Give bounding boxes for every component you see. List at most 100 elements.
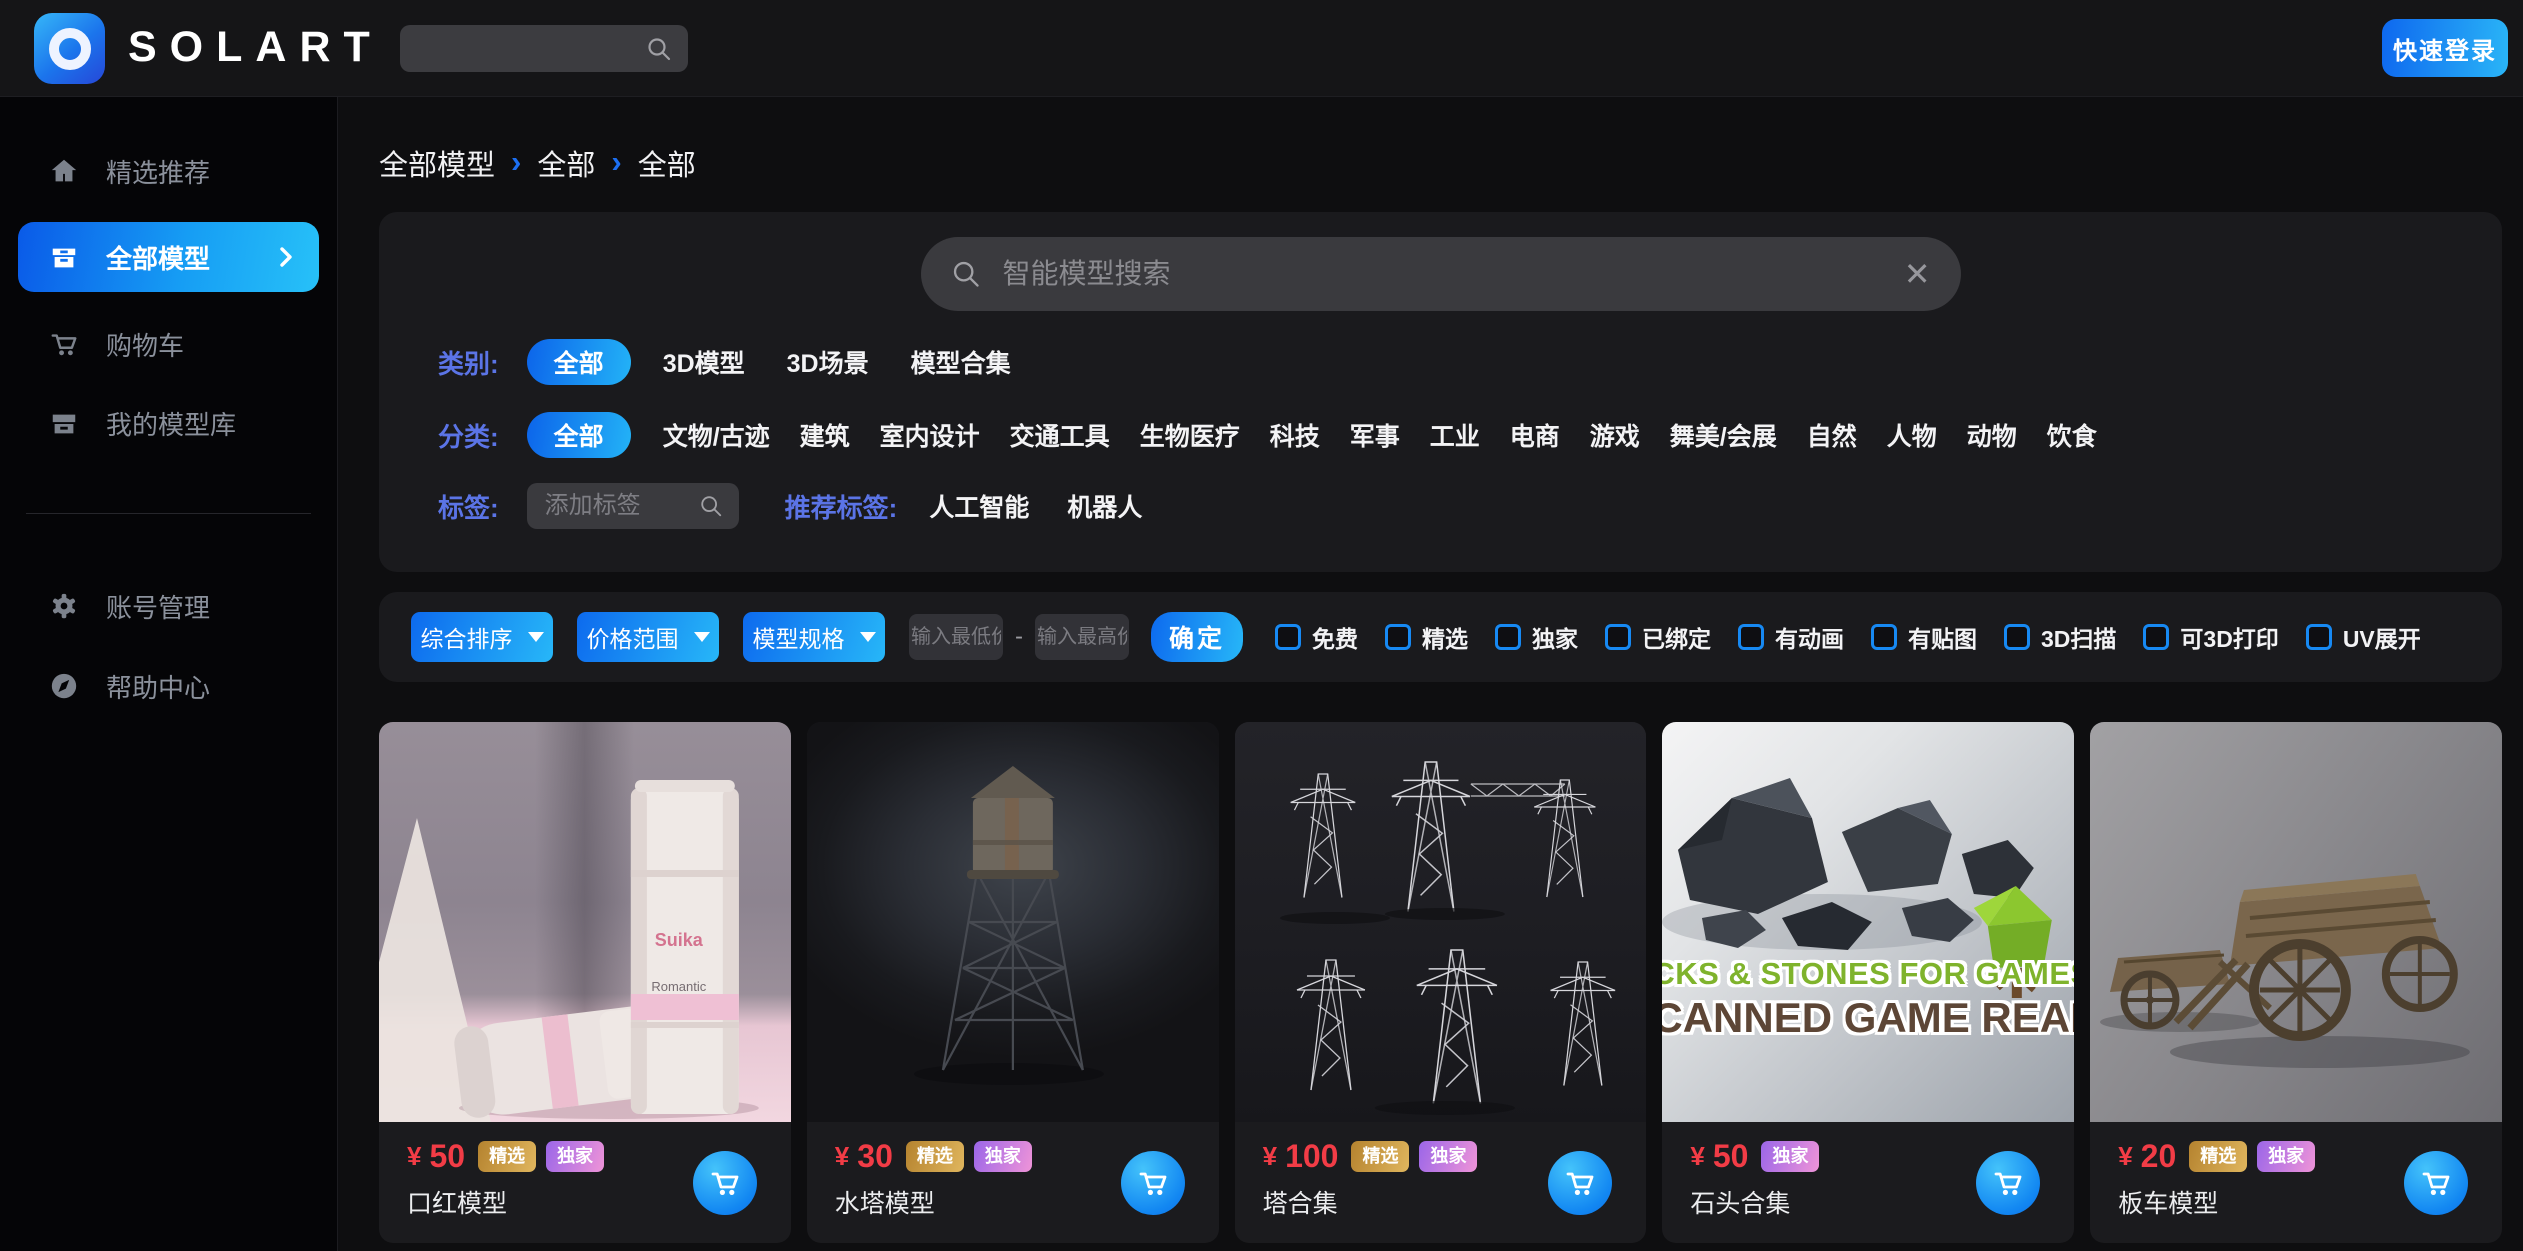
badge-group: 精选独家: [2189, 1141, 2315, 1172]
close-icon[interactable]: ✕: [1904, 258, 1931, 290]
checkbox-label: 3D扫描: [2041, 620, 2116, 654]
filter-checkbox[interactable]: UV展开: [2306, 620, 2421, 654]
category-option[interactable]: 模型合集: [911, 344, 1011, 380]
filter-checkbox[interactable]: 已绑定: [1605, 620, 1711, 654]
cart-icon: [2420, 1167, 2452, 1199]
category-label: 类别:: [438, 344, 499, 381]
library-icon: [48, 407, 80, 439]
add-to-cart-button[interactable]: [2404, 1151, 2468, 1215]
classification-option[interactable]: 工业: [1430, 417, 1480, 453]
checkbox-box[interactable]: [2004, 624, 2030, 650]
max-price-input[interactable]: [1035, 614, 1129, 660]
checkbox-box[interactable]: [1871, 624, 1897, 650]
checkbox-box[interactable]: [1275, 624, 1301, 650]
product-footer: ¥ 50 独家 石头合集: [1662, 1122, 2074, 1243]
topbar-search-input[interactable]: [416, 35, 646, 63]
badge-group: 精选独家: [906, 1141, 1032, 1172]
triangle-down-icon: [694, 632, 710, 642]
cart-icon: [1137, 1167, 1169, 1199]
brand-name: SOLART: [128, 23, 383, 72]
filter-checkbox[interactable]: 精选: [1385, 620, 1468, 654]
classification-option-active[interactable]: 全部: [527, 412, 631, 458]
checkbox-box[interactable]: [1495, 624, 1521, 650]
product-card[interactable]: ¥ 20 精选独家 板车模型: [2090, 722, 2502, 1243]
filter-checkbox[interactable]: 有贴图: [1871, 620, 1977, 654]
sidebar-item-cart[interactable]: 购物车: [0, 312, 337, 376]
price-value: 30: [857, 1138, 893, 1175]
sort-dropdown-label: 综合排序: [421, 620, 513, 654]
classification-option[interactable]: 动物: [1967, 417, 2017, 453]
model-spec-dropdown[interactable]: 模型规格: [743, 612, 885, 662]
price-range-separator: -: [1015, 623, 1023, 651]
chevron-right-icon: [279, 246, 293, 268]
product-card[interactable]: SuikaRomantic ¥ 50 精选独家 口红模型: [379, 722, 791, 1243]
tags-label: 标签:: [438, 488, 499, 525]
filter-checkbox[interactable]: 免费: [1275, 620, 1358, 654]
add-to-cart-button[interactable]: [1121, 1151, 1185, 1215]
checkbox-label: 独家: [1532, 620, 1578, 654]
sidebar-item-help[interactable]: 帮助中心: [0, 654, 337, 718]
add-to-cart-button[interactable]: [1548, 1151, 1612, 1215]
checkbox-box[interactable]: [1605, 624, 1631, 650]
category-option-active[interactable]: 全部: [527, 339, 631, 385]
classification-option[interactable]: 文物/古迹: [663, 417, 770, 453]
min-price-input[interactable]: [909, 614, 1003, 660]
sidebar-item-all-models[interactable]: 全部模型: [18, 222, 319, 292]
breadcrumb-item[interactable]: 全部: [537, 142, 595, 184]
classification-option[interactable]: 饮食: [2047, 417, 2097, 453]
classification-option[interactable]: 室内设计: [880, 417, 980, 453]
checkbox-box[interactable]: [2306, 624, 2332, 650]
product-card[interactable]: ¥ 30 精选独家 水塔模型: [807, 722, 1219, 1243]
confirm-button[interactable]: 确定: [1151, 612, 1243, 662]
classification-option[interactable]: 科技: [1270, 417, 1320, 453]
breadcrumb-item[interactable]: 全部: [638, 142, 696, 184]
filter-checkbox[interactable]: 可3D打印: [2143, 620, 2278, 654]
classification-option[interactable]: 电商: [1510, 417, 1560, 453]
filter-checkbox[interactable]: 独家: [1495, 620, 1578, 654]
tag-input-wrap: [527, 483, 739, 529]
cart-icon: [1564, 1167, 1596, 1199]
checkbox-box[interactable]: [1385, 624, 1411, 650]
recommended-tag[interactable]: 机器人: [1067, 488, 1142, 524]
category-option[interactable]: 3D场景: [787, 344, 869, 380]
classification-option[interactable]: 生物医疗: [1140, 417, 1240, 453]
sidebar-item-my-library[interactable]: 我的模型库: [0, 391, 337, 455]
sidebar: 精选推荐 全部模型 购物车 我的模型库: [0, 97, 338, 1251]
classification-label: 分类:: [438, 417, 499, 454]
price-range-dropdown[interactable]: 价格范围: [577, 612, 719, 662]
product-image-towers: [1235, 722, 1647, 1122]
category-option[interactable]: 3D模型: [663, 344, 745, 380]
triangle-down-icon: [528, 632, 544, 642]
classification-option[interactable]: 舞美/会展: [1670, 417, 1777, 453]
add-tag-input[interactable]: [543, 491, 675, 521]
classification-option[interactable]: 自然: [1807, 417, 1857, 453]
sort-dropdown[interactable]: 综合排序: [411, 612, 553, 662]
filter-checkbox[interactable]: 有动画: [1738, 620, 1844, 654]
product-image-watertower: [807, 722, 1219, 1122]
sidebar-item-featured[interactable]: 精选推荐: [0, 139, 337, 203]
breadcrumb: 全部模型 › 全部 › 全部: [379, 142, 696, 184]
sidebar-item-account[interactable]: 账号管理: [0, 574, 337, 638]
price-currency: ¥: [407, 1141, 421, 1172]
classification-option[interactable]: 建筑: [800, 417, 850, 453]
filter-checkbox[interactable]: 3D扫描: [2004, 620, 2116, 654]
recommended-tag[interactable]: 人工智能: [929, 488, 1029, 524]
classification-option[interactable]: 军事: [1350, 417, 1400, 453]
product-card[interactable]: CKS & STONES FOR GAMESCANNED GAME READY …: [1662, 722, 2074, 1243]
breadcrumb-item[interactable]: 全部模型: [379, 142, 495, 184]
product-image-rocks: CKS & STONES FOR GAMESCANNED GAME READY: [1662, 722, 2074, 1122]
add-to-cart-button[interactable]: [1976, 1151, 2040, 1215]
smart-search-input[interactable]: [1001, 257, 1904, 291]
quick-login-button[interactable]: 快速登录: [2382, 19, 2508, 77]
checkbox-box[interactable]: [2143, 624, 2169, 650]
classification-option[interactable]: 游戏: [1590, 417, 1640, 453]
badge-featured: 精选: [1351, 1141, 1409, 1172]
sidebar-item-label: 帮助中心: [106, 668, 210, 705]
product-card[interactable]: ¥ 100 精选独家 塔合集: [1235, 722, 1647, 1243]
classification-options: 文物/古迹建筑室内设计交通工具生物医疗科技军事工业电商游戏舞美/会展自然人物动物…: [663, 417, 2097, 453]
classification-option[interactable]: 交通工具: [1010, 417, 1110, 453]
add-to-cart-button[interactable]: [693, 1151, 757, 1215]
classification-option[interactable]: 人物: [1887, 417, 1937, 453]
checkbox-box[interactable]: [1738, 624, 1764, 650]
search-icon: [951, 259, 981, 289]
